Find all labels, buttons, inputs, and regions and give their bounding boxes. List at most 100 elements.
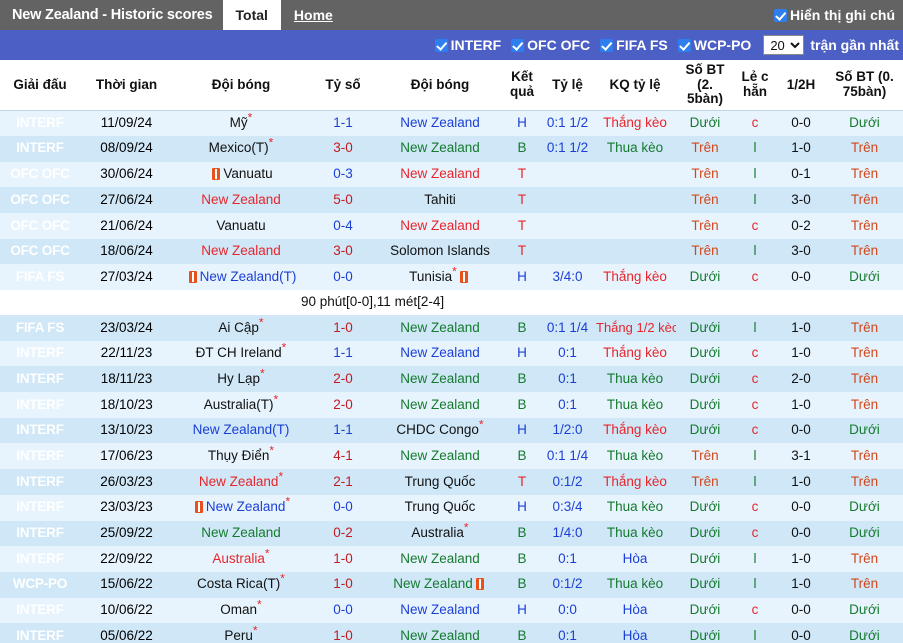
cell-away-team[interactable]: CHDC Congo*	[377, 417, 503, 444]
cell-away-team[interactable]: New Zealand	[377, 623, 503, 643]
filter-interf[interactable]: INTERF	[434, 37, 501, 53]
cell-league[interactable]: INTERF	[0, 110, 80, 136]
cell-home-team[interactable]: New Zealand(T)	[173, 417, 309, 444]
cell-home-team[interactable]: ĐT CH Ireland*	[173, 340, 309, 367]
cell-home-team[interactable]: Thụy Điển*	[173, 443, 309, 470]
cell-home-team[interactable]: Mỹ*	[173, 110, 309, 136]
col-header-home-team[interactable]: Đội bóng	[173, 60, 309, 111]
filter-fifa-fs[interactable]: FIFA FS	[600, 37, 668, 53]
col-header-odd-even[interactable]: Lẻ c hẵn	[734, 60, 776, 111]
cell-home-team[interactable]: Australia(T)*	[173, 392, 309, 418]
col-header-ou-075[interactable]: Số BT (0. 75bàn)	[826, 60, 903, 111]
cell-away-team[interactable]: New Zealand	[377, 110, 503, 136]
cell-home-team[interactable]: New Zealand*	[173, 494, 309, 521]
cell-away-team[interactable]: New Zealand	[377, 546, 503, 572]
cell-home-team[interactable]: Vanuatu	[173, 161, 309, 188]
cell-league[interactable]: INTERF	[0, 469, 80, 495]
cell-league[interactable]: INTERF	[0, 340, 80, 367]
cell-league[interactable]: INTERF	[0, 366, 80, 393]
table-row[interactable]: INTERF 18/10/23 Australia(T)* 2-0 New Zealan…	[0, 392, 903, 418]
cell-away-team[interactable]: New Zealand	[377, 597, 503, 624]
cell-home-team[interactable]: Costa Rica(T)*	[173, 571, 309, 598]
table-row[interactable]: INTERF 22/09/22 Australia* 1-0 New Zealand B 0…	[0, 546, 903, 572]
table-row[interactable]: FIFA FS 23/03/24 Ai Cập* 1-0 New Zealand B 0:1…	[0, 315, 903, 341]
cell-home-team[interactable]: Hy Lạp*	[173, 366, 309, 393]
cell-away-team[interactable]: New Zealand	[377, 212, 503, 239]
table-row[interactable]: INTERF 22/11/23 ĐT CH Ireland* 1-1 New Zeala…	[0, 340, 903, 367]
tab-total[interactable]: Total	[222, 0, 281, 30]
table-row[interactable]: OFC OFC 21/06/24 Vanuatu 0-4 New Zealand T Trê…	[0, 212, 903, 239]
cell-away-team[interactable]: New Zealand	[377, 315, 503, 341]
cell-league[interactable]: INTERF	[0, 623, 80, 643]
cell-home-team[interactable]: Vanuatu	[173, 212, 309, 239]
cell-away-team[interactable]: New Zealand	[377, 366, 503, 393]
col-header-odds-result[interactable]: KQ tỷ lệ	[594, 60, 676, 111]
filter-ofc[interactable]: OFC OFC	[511, 37, 590, 53]
tab-home[interactable]: Home	[281, 0, 346, 30]
col-header-time[interactable]: Thời gian	[80, 60, 173, 111]
cell-home-team[interactable]: New Zealand	[173, 520, 309, 547]
table-row[interactable]: INTERF 18/11/23 Hy Lạp* 2-0 New Zealand B 0:1 T…	[0, 366, 903, 393]
cell-league[interactable]: INTERF	[0, 417, 80, 444]
col-header-score[interactable]: Tỷ số	[309, 60, 377, 111]
cell-league[interactable]: OFC OFC	[0, 238, 80, 265]
cell-away-team[interactable]: Solomon Islands	[377, 238, 503, 265]
cell-away-team[interactable]: New Zealand	[377, 392, 503, 418]
cell-league[interactable]: INTERF	[0, 494, 80, 521]
cell-league[interactable]: OFC OFC	[0, 212, 80, 239]
cell-away-team[interactable]: Tahiti	[377, 187, 503, 213]
cell-home-team[interactable]: Australia*	[173, 546, 309, 572]
cell-league[interactable]: FIFA FS	[0, 264, 80, 291]
cell-league[interactable]: WCP-PO	[0, 571, 80, 598]
col-header-ou-25[interactable]: Số BT (2. 5bàn)	[676, 60, 734, 111]
cell-league[interactable]: INTERF	[0, 443, 80, 470]
table-row[interactable]: INTERF 23/03/23 New Zealand* 0-0 Trung Quốc H…	[0, 494, 903, 521]
filter-wcp-po[interactable]: WCP-PO	[677, 37, 751, 53]
col-header-league[interactable]: Giải đấu	[0, 60, 80, 111]
cell-home-team[interactable]: Peru*	[173, 623, 309, 643]
cell-away-team[interactable]: New Zealand	[377, 161, 503, 188]
cell-away-team[interactable]: Trung Quốc	[377, 494, 503, 521]
table-row[interactable]: INTERF 11/09/24 Mỹ* 1-1 New Zealand H 0:1 1/2 T…	[0, 110, 903, 136]
cell-league[interactable]: INTERF	[0, 597, 80, 624]
cell-away-team[interactable]: New Zealand	[377, 571, 503, 598]
cell-away-team[interactable]: Australia*	[377, 520, 503, 547]
cell-league[interactable]: OFC OFC	[0, 161, 80, 188]
table-row[interactable]: INTERF 13/10/23 New Zealand(T) 1-1 CHDC Cong…	[0, 417, 903, 444]
cell-league[interactable]: INTERF	[0, 546, 80, 572]
table-row[interactable]: INTERF 05/06/22 Peru* 1-0 New Zealand B 0:1 Hòa…	[0, 623, 903, 643]
cell-league[interactable]: FIFA FS	[0, 315, 80, 341]
cell-home-team[interactable]: Oman*	[173, 597, 309, 624]
cell-away-team[interactable]: New Zealand	[377, 340, 503, 367]
cell-away-team[interactable]: Tunisia*	[377, 264, 503, 291]
col-header-away-team[interactable]: Đội bóng	[377, 60, 503, 111]
cell-home-team[interactable]: New Zealand	[173, 238, 309, 265]
table-row[interactable]: INTERF 08/09/24 Mexico(T)* 3-0 New Zealand B 0…	[0, 135, 903, 162]
cell-home-team[interactable]: New Zealand*	[173, 469, 309, 495]
cell-away-team[interactable]: New Zealand	[377, 443, 503, 470]
table-row[interactable]: OFC OFC 27/06/24 New Zealand 5-0 Tahiti T Trên…	[0, 187, 903, 213]
cell-away-team[interactable]: Trung Quốc	[377, 469, 503, 495]
cell-home-team[interactable]: New Zealand	[173, 187, 309, 213]
cell-away-team[interactable]: New Zealand	[377, 135, 503, 162]
table-row[interactable]: INTERF 10/06/22 Oman* 0-0 New Zealand H 0:0 Hòa…	[0, 597, 903, 624]
cell-league[interactable]: INTERF	[0, 392, 80, 418]
table-row[interactable]: INTERF 17/06/23 Thụy Điển* 4-1 New Zealand B 0…	[0, 443, 903, 470]
cell-league[interactable]: INTERF	[0, 135, 80, 162]
cell-home-team[interactable]: Mexico(T)*	[173, 135, 309, 162]
table-row[interactable]: OFC OFC 30/06/24 Vanuatu 0-3 New Zealand T Trê…	[0, 161, 903, 188]
cell-home-team[interactable]: Ai Cập*	[173, 315, 309, 341]
table-row[interactable]: INTERF 25/09/22 New Zealand 0-2 Australia* B 1…	[0, 520, 903, 547]
cell-league[interactable]: OFC OFC	[0, 187, 80, 213]
table-row[interactable]: INTERF 26/03/23 New Zealand* 2-1 Trung Quốc T…	[0, 469, 903, 495]
table-row[interactable]: FIFA FS 27/03/24 New Zealand(T) 0-0 Tunisia*…	[0, 264, 903, 291]
table-row[interactable]: WCP-PO 15/06/22 Costa Rica(T)* 1-0 New Zeala…	[0, 571, 903, 598]
col-header-half-time[interactable]: 1/2H	[776, 60, 826, 111]
col-header-result[interactable]: Kết quả	[503, 60, 541, 111]
show-notes-checkbox[interactable]: Hiển thị ghi chú	[774, 0, 903, 30]
match-count-select[interactable]: 10203050	[763, 35, 805, 55]
cell-home-team[interactable]: New Zealand(T)	[173, 264, 309, 291]
table-row[interactable]: OFC OFC 18/06/24 New Zealand 3-0 Solomon Isl…	[0, 238, 903, 265]
col-header-odds[interactable]: Tỷ lệ	[541, 60, 594, 111]
cell-league[interactable]: INTERF	[0, 520, 80, 547]
